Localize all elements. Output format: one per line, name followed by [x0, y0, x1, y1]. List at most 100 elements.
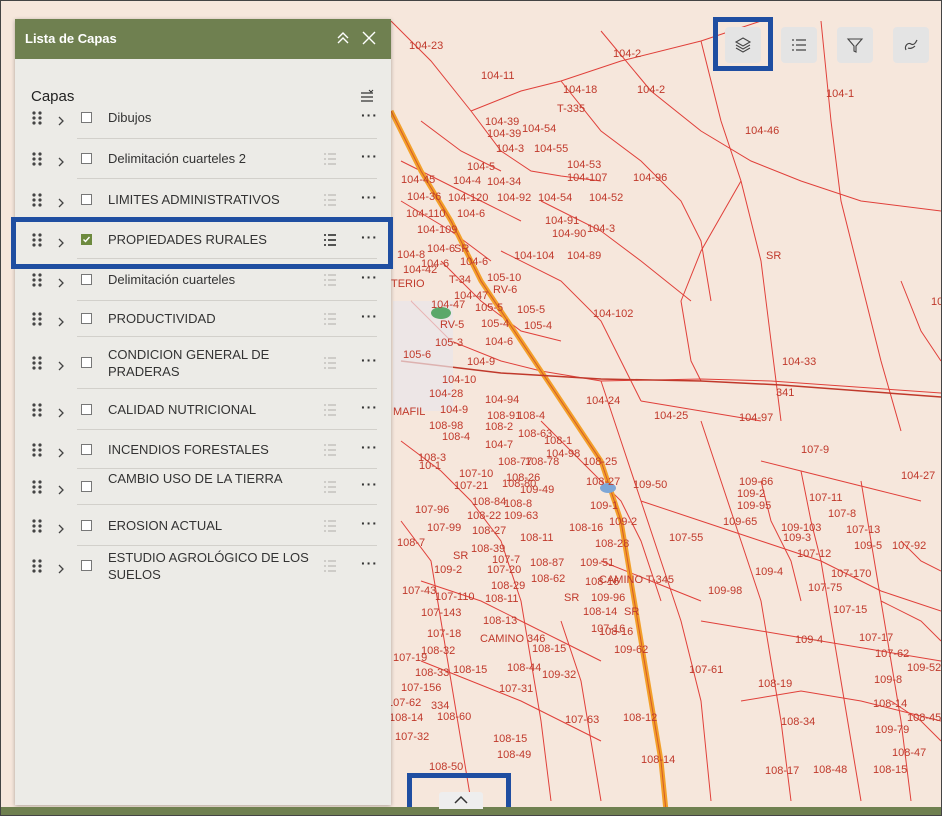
layer-row[interactable]: Dibujos ···: [15, 97, 391, 139]
layer-row[interactable]: Delimitación cuarteles 2 ···: [15, 139, 391, 179]
layer-row[interactable]: EROSION ACTUAL ···: [15, 505, 391, 546]
drag-handle-icon[interactable]: [31, 402, 43, 418]
parcel-label: RV-5: [440, 319, 464, 331]
drag-handle-icon[interactable]: [31, 479, 43, 495]
legend-icon[interactable]: [323, 312, 337, 326]
layer-label: LIMITES ADMINISTRATIVOS: [108, 192, 280, 207]
drag-handle-icon[interactable]: [31, 442, 43, 458]
expand-bottom-panel-button[interactable]: [439, 792, 483, 809]
layer-more-options-icon[interactable]: ···: [361, 148, 378, 164]
layer-more-options-icon[interactable]: ···: [361, 189, 378, 205]
chevron-right-icon[interactable]: [56, 235, 66, 248]
drag-handle-icon[interactable]: [31, 232, 43, 248]
drag-handle-icon[interactable]: [31, 518, 43, 534]
legend-icon[interactable]: [323, 356, 337, 370]
legend-icon[interactable]: [323, 519, 337, 533]
chevron-right-icon[interactable]: [56, 195, 66, 208]
parcel-label: 104-55: [534, 143, 568, 155]
layer-visibility-checkbox[interactable]: [81, 112, 92, 123]
layer-more-options-icon[interactable]: ···: [361, 476, 378, 492]
parcel-label: 104-54: [538, 192, 572, 204]
layer-label: CONDICION GENERAL DE PRADERAS: [108, 347, 270, 379]
layer-list-panel: Lista de Capas Capas Dibujos ··· Delimitac…: [15, 19, 391, 805]
drag-handle-icon[interactable]: [31, 558, 43, 574]
layer-more-options-icon[interactable]: ···: [361, 352, 378, 368]
layer-row[interactable]: CAMBIO USO DE LA TIERRA ···: [15, 469, 391, 505]
parcel-label: 108-27: [586, 476, 620, 488]
drag-handle-icon[interactable]: [31, 110, 43, 126]
layer-visibility-checkbox[interactable]: [81, 559, 92, 571]
layer-more-options-icon[interactable]: ···: [361, 439, 378, 455]
legend-icon[interactable]: [323, 443, 337, 457]
drag-handle-icon[interactable]: [31, 192, 43, 208]
parcel-label: 104-107: [567, 172, 607, 184]
layer-visibility-checkbox[interactable]: [81, 153, 92, 164]
legend-icon[interactable]: [323, 273, 337, 287]
chevron-right-icon[interactable]: [56, 314, 66, 327]
legend-icon[interactable]: [323, 152, 337, 166]
chevron-right-icon[interactable]: [56, 275, 66, 288]
layer-more-options-icon[interactable]: ···: [361, 399, 378, 415]
layer-more-options-icon[interactable]: ···: [361, 515, 378, 531]
parcel-label: 107-31: [499, 683, 533, 695]
parcel-label: 109-66: [739, 476, 773, 488]
drag-handle-icon[interactable]: [31, 272, 43, 288]
drag-handle-icon[interactable]: [31, 355, 43, 371]
layer-visibility-checkbox[interactable]: [81, 481, 92, 492]
legend-icon[interactable]: [323, 559, 337, 573]
layer-visibility-checkbox[interactable]: [81, 519, 92, 531]
legend-icon[interactable]: [323, 403, 337, 417]
chevron-right-icon[interactable]: [56, 113, 66, 126]
parcel-label: CAMINO T-345: [599, 574, 674, 586]
legend-icon[interactable]: [323, 480, 337, 494]
layer-row[interactable]: Delimitación cuarteles ···: [15, 259, 391, 301]
layer-more-options-icon[interactable]: ···: [361, 555, 378, 571]
layer-visibility-checkbox[interactable]: [81, 194, 92, 205]
layer-more-options-icon[interactable]: ···: [361, 107, 378, 123]
parcel-label: 104-42: [403, 264, 437, 276]
legend-list-icon: [792, 39, 806, 51]
parcel-label: 109-32: [542, 669, 576, 681]
layer-row[interactable]: CALIDAD NUTRICIONAL ···: [15, 389, 391, 430]
chevron-right-icon[interactable]: [56, 154, 66, 167]
chevron-right-icon[interactable]: [56, 405, 66, 417]
parcel-label: 108-14: [873, 698, 907, 710]
drag-handle-icon[interactable]: [31, 311, 43, 327]
layer-visibility-checkbox[interactable]: [81, 274, 92, 285]
chevron-right-icon[interactable]: [56, 521, 66, 533]
layers-button[interactable]: [725, 27, 761, 63]
chevron-right-icon[interactable]: [56, 561, 66, 573]
close-icon[interactable]: [359, 28, 379, 48]
collapse-double-chevron-icon[interactable]: [333, 28, 353, 48]
layer-row[interactable]: ESTUDIO AGROLÓGICO DE LOS SUELOS ···: [15, 546, 391, 585]
parcel-label: 105-6: [403, 349, 431, 361]
parcel-label: 107-110: [435, 591, 475, 603]
layer-row[interactable]: LIMITES ADMINISTRATIVOS ···: [15, 179, 391, 221]
layer-visibility-checkbox[interactable]: [81, 443, 92, 455]
layer-more-options-icon[interactable]: ···: [361, 308, 378, 324]
layer-row[interactable]: CONDICION GENERAL DE PRADERAS ···: [15, 337, 391, 389]
layer-row[interactable]: INCENDIOS FORESTALES ···: [15, 430, 391, 469]
layer-visibility-checkbox[interactable]: [81, 234, 92, 245]
parcel-label: 107-170: [831, 568, 871, 580]
chevron-right-icon[interactable]: [56, 445, 66, 457]
layer-more-options-icon[interactable]: ···: [361, 269, 378, 285]
parcel-label: 108-62: [531, 573, 565, 585]
layer-more-options-icon[interactable]: ···: [361, 229, 378, 245]
filter-button[interactable]: [837, 27, 873, 63]
chevron-right-icon[interactable]: [56, 482, 66, 495]
parcel-label: 108-8: [504, 498, 532, 510]
chevron-right-icon[interactable]: [56, 358, 66, 371]
layer-row[interactable]: PRODUCTIVIDAD ···: [15, 301, 391, 337]
layer-row[interactable]: PROPIEDADES RURALES ···: [15, 221, 391, 259]
legend-icon[interactable]: [323, 193, 337, 207]
layer-visibility-checkbox[interactable]: [81, 403, 92, 415]
legend-button[interactable]: [781, 27, 817, 63]
parcel-label: 105-10: [487, 272, 521, 284]
basemap-style-button[interactable]: [893, 27, 929, 63]
layer-visibility-checkbox[interactable]: [81, 357, 92, 368]
layer-visibility-checkbox[interactable]: [81, 313, 92, 324]
legend-icon[interactable]: [323, 233, 337, 247]
parcel-label: 107-92: [892, 540, 926, 552]
drag-handle-icon[interactable]: [31, 151, 43, 167]
